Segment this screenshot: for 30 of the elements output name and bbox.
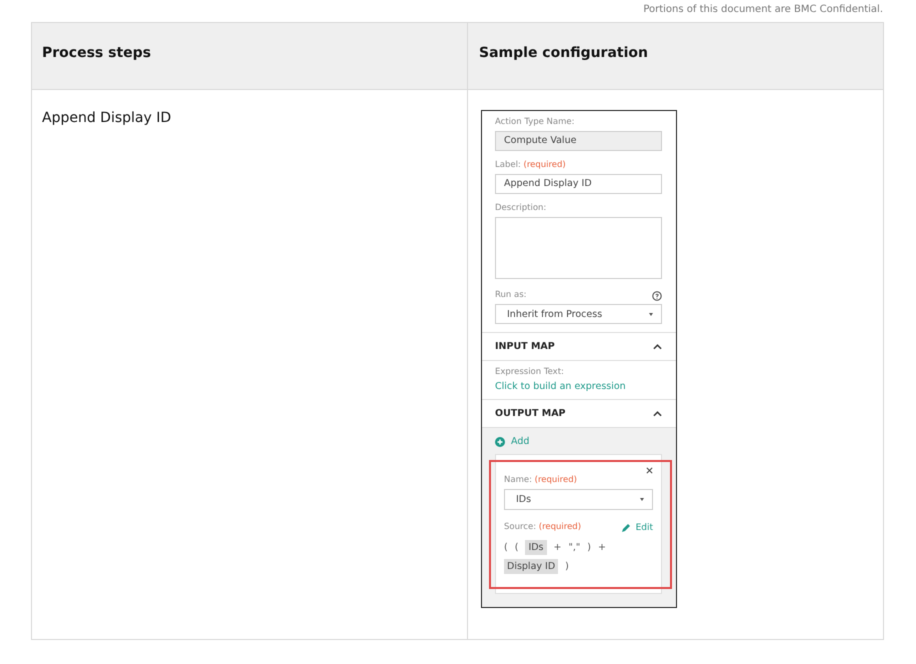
expression-symbol: + [554, 542, 562, 553]
plus-circle-icon [495, 436, 505, 446]
field-chip: IDs [525, 540, 547, 555]
expression-symbol: "," [568, 542, 580, 553]
input-field[interactable]: Append Display ID [495, 174, 662, 194]
input-field: Compute Value [495, 131, 662, 151]
expression-symbol: ) [565, 561, 569, 572]
expression-symbol: ) [587, 542, 591, 553]
field-chip: Display ID [504, 559, 558, 574]
field-label: Description: [495, 203, 548, 213]
expression-symbol: + [598, 542, 606, 553]
field-label: Name: (required) [504, 475, 578, 485]
close-icon[interactable] [646, 467, 653, 474]
field-label: Label: (required) [495, 160, 567, 170]
table-cell: Append Display ID [42, 110, 172, 126]
field-label: Source: (required) [504, 522, 582, 532]
column-header: Process steps [32, 23, 468, 89]
confidential-note: Portions of this document are BMC Confidential. [643, 3, 883, 16]
expression-symbol: ( [514, 542, 518, 553]
field-label: Run as: [495, 290, 527, 300]
name-dropdown[interactable]: IDs [504, 489, 653, 510]
help-icon[interactable] [652, 291, 662, 301]
section-header[interactable]: INPUT MAP [482, 333, 676, 361]
field-label: Expression Text: [495, 367, 565, 377]
description-field[interactable] [495, 217, 662, 279]
field-label: Action Type Name: [495, 117, 576, 127]
expression-symbol: ( [504, 542, 508, 553]
column-header: Sample configuration [478, 44, 649, 63]
pencil-icon [620, 523, 631, 533]
run-as-dropdown[interactable]: Inherit from Process [495, 304, 662, 324]
